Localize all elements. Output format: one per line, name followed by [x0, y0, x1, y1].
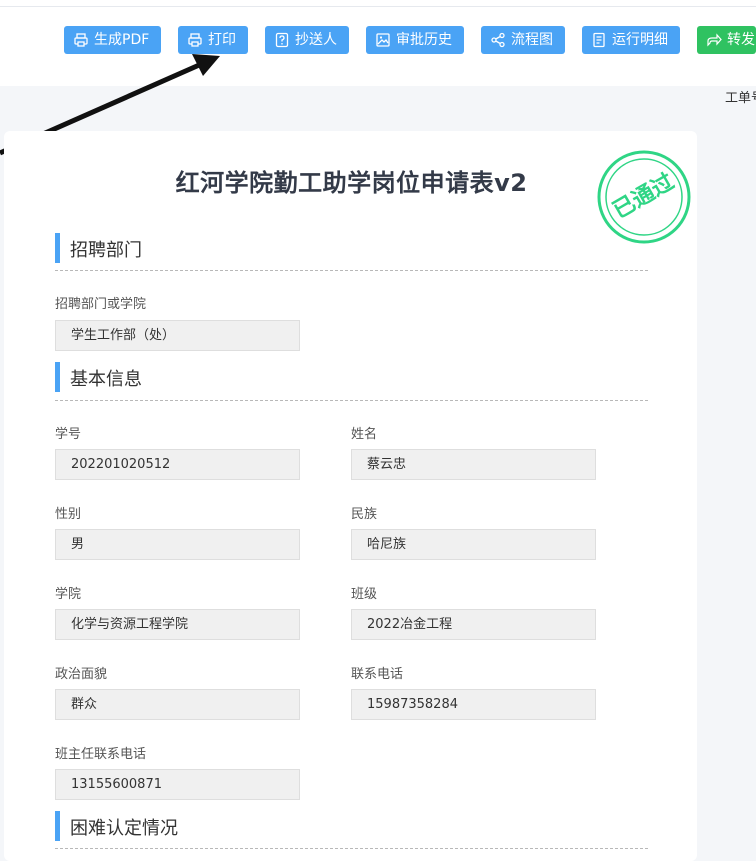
run-details-button[interactable]: 运行明细	[582, 26, 680, 54]
gender-label: 性别	[55, 507, 82, 522]
forward-label: 转发	[727, 32, 755, 48]
phone-field: 15987358284	[351, 689, 596, 720]
ethnicity-field: 哈尼族	[351, 529, 596, 560]
class-field: 2022冶金工程	[351, 609, 596, 640]
teacher-phone-label: 班主任联系电话	[55, 747, 147, 762]
college-label: 学院	[55, 587, 82, 602]
political-status-field: 群众	[55, 689, 300, 720]
ethnicity-label: 民族	[351, 507, 378, 522]
teacher-phone-field: 13155600871	[55, 769, 300, 800]
printer-icon	[188, 33, 202, 47]
approval-history-label: 审批历史	[396, 32, 452, 48]
printer-icon	[74, 33, 88, 47]
section-title-basic-info: 基本信息	[70, 369, 142, 390]
forward-button[interactable]: 转发	[697, 26, 756, 54]
class-label: 班级	[351, 587, 378, 602]
name-label: 姓名	[351, 427, 378, 442]
name-field: 蔡云忠	[351, 449, 596, 480]
run-details-label: 运行明细	[612, 32, 668, 48]
flowchart-label: 流程图	[511, 32, 553, 48]
phone-label: 联系电话	[351, 667, 404, 682]
department-field: 学生工作部（处）	[55, 320, 300, 351]
section-divider	[55, 400, 648, 401]
print-label: 打印	[208, 32, 236, 48]
section-accent-bar	[55, 362, 60, 392]
toolbar-divider	[0, 6, 756, 7]
college-field: 化学与资源工程学院	[55, 609, 300, 640]
student-id-field: 202201020512	[55, 449, 300, 480]
section-accent-bar	[55, 811, 60, 841]
political-status-label: 政治面貌	[55, 667, 108, 682]
document-icon	[593, 32, 605, 48]
image-icon	[376, 33, 390, 47]
gender-field: 男	[55, 529, 300, 560]
section-title-hardship: 困难认定情况	[70, 818, 178, 839]
department-label: 招聘部门或学院	[55, 297, 147, 312]
ticket-number-label: 工单号	[725, 91, 756, 106]
cc-recipients-button[interactable]: 抄送人	[265, 26, 349, 54]
forward-icon	[707, 33, 722, 47]
flowchart-button[interactable]: 流程图	[481, 26, 565, 54]
section-accent-bar	[55, 233, 60, 263]
generate-pdf-label: 生成PDF	[94, 32, 150, 48]
section-divider	[55, 270, 648, 271]
section-title-department: 招聘部门	[70, 240, 142, 261]
share-icon	[491, 32, 505, 48]
section-divider	[55, 848, 648, 849]
approval-history-button[interactable]: 审批历史	[366, 26, 464, 54]
student-id-label: 学号	[55, 427, 82, 442]
question-icon	[275, 32, 289, 48]
cc-recipients-label: 抄送人	[295, 32, 337, 48]
